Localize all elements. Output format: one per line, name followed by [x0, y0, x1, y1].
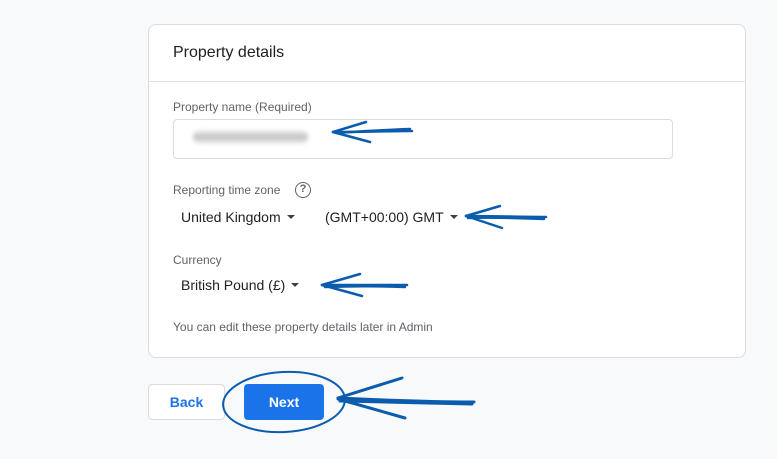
page: Property details Property name (Required…	[0, 0, 777, 459]
time-zone-dropdown[interactable]: (GMT+00:00) GMT	[325, 209, 458, 225]
country-value: United Kingdom	[181, 209, 281, 225]
currency-value: British Pound (£)	[181, 277, 286, 293]
caret-down-icon	[286, 215, 295, 219]
currency-dropdown[interactable]: British Pound (£)	[181, 277, 300, 293]
time-zone-value: (GMT+00:00) GMT	[325, 209, 444, 225]
currency-label: Currency	[173, 253, 222, 267]
property-details-card: Property details Property name (Required…	[148, 24, 746, 358]
card-header: Property details	[149, 25, 745, 82]
annotation-arrow-icon	[336, 376, 476, 420]
back-button[interactable]: Back	[148, 384, 225, 420]
property-name-label: Property name (Required)	[173, 100, 312, 114]
redacted-value-blur	[193, 130, 308, 144]
edit-later-note: You can edit these property details late…	[173, 320, 433, 334]
country-dropdown[interactable]: United Kingdom	[181, 209, 295, 225]
next-button[interactable]: Next	[244, 384, 324, 420]
caret-down-icon	[449, 215, 458, 219]
caret-down-icon	[291, 283, 300, 287]
help-circle-icon[interactable]: ?	[295, 182, 311, 198]
card-title: Property details	[173, 44, 285, 61]
time-zone-label: Reporting time zone	[173, 183, 281, 197]
